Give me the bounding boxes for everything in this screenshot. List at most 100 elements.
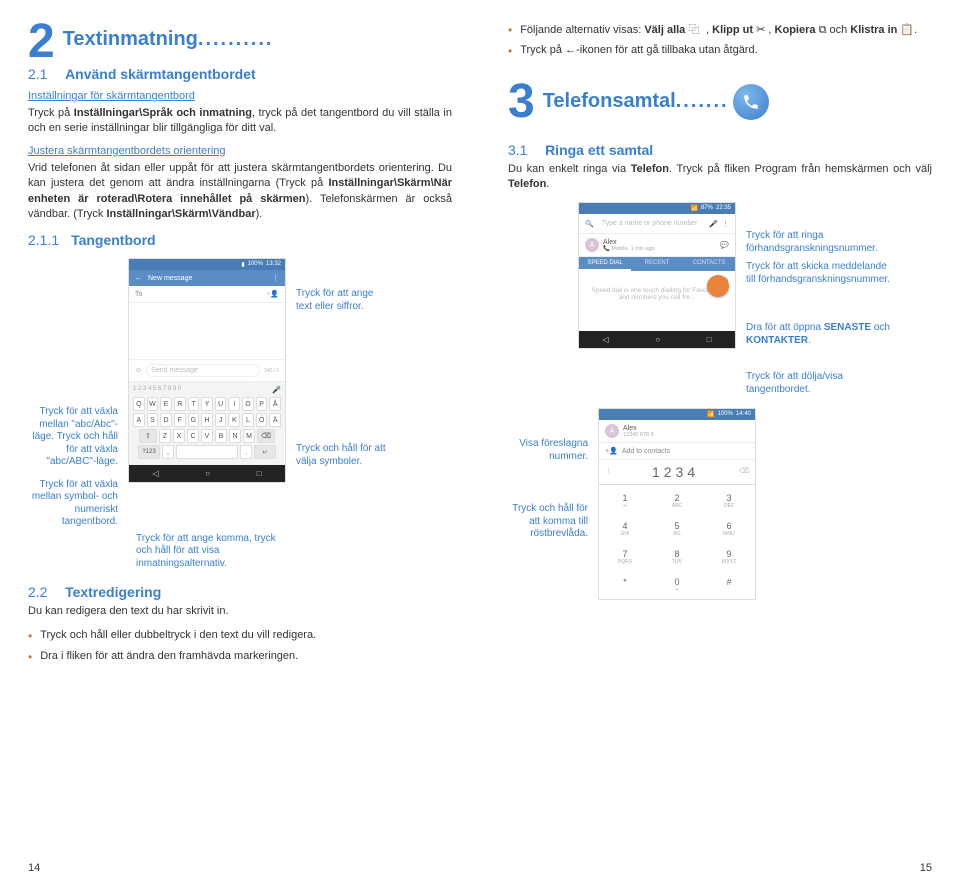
callout-ring: Tryck för att ringa förhandsgranskningsn… bbox=[746, 230, 896, 255]
more-icon[interactable]: ⋮ bbox=[722, 220, 729, 228]
back-icon[interactable]: ← bbox=[135, 275, 142, 282]
emoji-icon[interactable]: ☺ bbox=[135, 367, 142, 374]
backspace-key[interactable]: ⌫ bbox=[257, 429, 275, 443]
speed-dial-area: 🕓 Speed dial is one touch dialling for F… bbox=[579, 271, 735, 331]
callout-right-col: Tryck för att ange text eller siffror. T… bbox=[296, 258, 386, 468]
paragraph-orientation: Vrid telefonen åt sidan eller uppåt för … bbox=[28, 161, 452, 223]
contact-number: 12345 678 9 bbox=[623, 432, 749, 438]
contact-name: Alex bbox=[623, 425, 749, 432]
callout-hold: Tryck och håll för att välja symboler. bbox=[296, 443, 386, 468]
bullet-item: Tryck på ←-ikonen för att gå tillbaka ut… bbox=[508, 43, 932, 60]
enter-key[interactable]: ↵ bbox=[254, 445, 276, 459]
page-number: 14 bbox=[28, 862, 40, 874]
callout-text: Tryck för att ange text eller siffror. bbox=[296, 288, 386, 313]
callout-hide: Tryck för att dölja/visa tangentbordet. bbox=[746, 371, 896, 396]
key-4[interactable]: 4GHI bbox=[599, 515, 651, 543]
nav-home-icon[interactable]: ○ bbox=[205, 469, 210, 478]
search-input[interactable]: Type a name or phone number bbox=[598, 218, 706, 229]
phone3-figure: Visa föreslagna nummer. Tryck och håll f… bbox=[508, 408, 932, 600]
nav-back-icon[interactable]: ◁ bbox=[602, 335, 608, 344]
space-key[interactable] bbox=[176, 445, 238, 459]
key-0[interactable]: 0+ bbox=[651, 571, 703, 599]
app-bar: ← New message ⋮ bbox=[129, 270, 285, 286]
key-5[interactable]: 5JKL bbox=[651, 515, 703, 543]
comma-key[interactable]: , bbox=[162, 445, 174, 459]
phone2-figure: 📶 87% 22:35 🔍 Type a name or phone numbe… bbox=[508, 202, 932, 396]
char-counter: 140 / 1 bbox=[264, 368, 279, 374]
tab-contacts[interactable]: CONTACTS bbox=[683, 257, 735, 271]
app-title: New message bbox=[148, 275, 192, 282]
title-text: Telefonsamtal bbox=[543, 90, 676, 112]
search-icon[interactable]: 🔍 bbox=[585, 220, 594, 228]
fn-key[interactable]: ?123 bbox=[138, 445, 160, 459]
contact-sub: Mobile, 1 min ago bbox=[611, 246, 654, 252]
key-star[interactable]: * bbox=[599, 571, 651, 599]
nav-bar: ◁ ○ □ bbox=[579, 331, 735, 348]
page-right: Följande alternativ visas: Välj alla ⿻ ,… bbox=[480, 0, 960, 886]
subsection-number: 2.2 bbox=[28, 584, 62, 600]
callout-left-col: Visa föreslagna nummer. Tryck och håll f… bbox=[508, 408, 588, 541]
period-key[interactable]: . bbox=[240, 445, 252, 459]
dialpad-fab[interactable] bbox=[707, 275, 729, 297]
phone-keyboard: ▮ 100% 13:32 ← New message ⋮ To +👤 ☺ Sen… bbox=[128, 258, 286, 483]
select-all-icon: ⿻ bbox=[688, 23, 706, 36]
to-row: To +👤 bbox=[129, 286, 285, 303]
nav-recent-icon[interactable]: □ bbox=[707, 335, 712, 344]
title-text: Textinmatning bbox=[63, 28, 198, 50]
bullet-list: Tryck och håll eller dubbeltryck i den t… bbox=[28, 628, 452, 666]
mic-icon[interactable]: 🎤 bbox=[709, 220, 718, 228]
message-icon[interactable]: 💬 bbox=[720, 241, 729, 249]
suggest-row[interactable]: A Alex 12345 678 9 bbox=[599, 420, 755, 443]
subsection-number: 3.1 bbox=[508, 142, 542, 158]
key-9[interactable]: 9WXYZ bbox=[703, 543, 755, 571]
paragraph-call: Du kan enkelt ringa via Telefon. Tryck p… bbox=[508, 162, 932, 193]
keyboard-figure: Tryck för att växla mellan "abc/Abc"-läg… bbox=[28, 258, 452, 529]
nav-recent-icon[interactable]: □ bbox=[257, 469, 262, 478]
callout-left-col: Tryck för att växla mellan "abc/Abc"-läg… bbox=[28, 258, 118, 529]
battery-text: 87% bbox=[701, 205, 713, 212]
bullet-item: Dra i fliken för att ändra den framhävda… bbox=[28, 649, 452, 666]
kb-row-1: QWERTYUIOPÅ bbox=[133, 397, 281, 411]
add-contact-icon[interactable]: +👤 bbox=[266, 290, 279, 298]
phone-small-icon: 📞 bbox=[603, 246, 610, 252]
kb-row-4: ?123,.↵ bbox=[133, 445, 281, 459]
shift-key[interactable]: ⇧ bbox=[139, 429, 157, 443]
key-hash[interactable]: # bbox=[703, 571, 755, 599]
clock-text: 22:35 bbox=[716, 205, 731, 212]
subsubsection-title: Tangentbord bbox=[71, 232, 156, 248]
mic-icon[interactable]: 🎤 bbox=[272, 386, 281, 394]
callout-symbol: Tryck för att växla mellan symbol- och n… bbox=[28, 479, 118, 529]
key-6[interactable]: 6MNO bbox=[703, 515, 755, 543]
section-3-1: 3.1 Ringa ett samtal bbox=[508, 142, 932, 158]
contact-row[interactable]: A Alex 📞 Mobile, 1 min ago 💬 bbox=[579, 234, 735, 257]
key-2[interactable]: 2ABC bbox=[651, 487, 703, 515]
key-8[interactable]: 8TUV bbox=[651, 543, 703, 571]
chapter-title: Telefonsamtal....... bbox=[543, 90, 729, 113]
subsection-title: Ringa ett samtal bbox=[545, 142, 653, 158]
callout-msg: Tryck för att skicka meddelande till för… bbox=[746, 261, 896, 286]
section-2-header: 2 Textinmatning.......... bbox=[28, 18, 452, 51]
typed-number: 1234 bbox=[612, 460, 739, 482]
keyboard: 1 2 3 4 5 6 7 8 9 0 🎤 QWERTYUIOPÅ ASDFGH… bbox=[129, 382, 285, 465]
message-input[interactable]: Send message bbox=[146, 364, 260, 377]
nav-back-icon[interactable]: ◁ bbox=[152, 469, 158, 478]
backspace-icon[interactable]: ⌫ bbox=[739, 467, 749, 475]
battery-text: 100% bbox=[248, 261, 263, 268]
tab-recent[interactable]: RECENT bbox=[631, 257, 683, 271]
nav-home-icon[interactable]: ○ bbox=[655, 335, 660, 344]
callout-visa: Visa föreslagna nummer. bbox=[508, 438, 588, 463]
more-icon[interactable]: ⋮ bbox=[272, 274, 279, 282]
cut-icon: ✂ bbox=[756, 24, 768, 36]
avatar: A bbox=[605, 424, 619, 438]
key-1[interactable]: 1∞ bbox=[599, 487, 651, 515]
subsection-number: 2.1 bbox=[28, 66, 62, 82]
key-3[interactable]: 3DEF bbox=[703, 487, 755, 515]
phone-app-icon bbox=[733, 84, 769, 120]
key-7[interactable]: 7PQRS bbox=[599, 543, 651, 571]
add-contacts-row[interactable]: +👤 Add to contacts bbox=[599, 443, 755, 460]
more-icon[interactable]: ⋮ bbox=[605, 467, 612, 475]
avatar: A bbox=[585, 238, 599, 252]
tab-speed-dial[interactable]: SPEED DIAL bbox=[579, 257, 631, 271]
section-3-header: 3 Telefonsamtal....... bbox=[508, 78, 932, 126]
clock-text: 13:32 bbox=[266, 261, 281, 268]
